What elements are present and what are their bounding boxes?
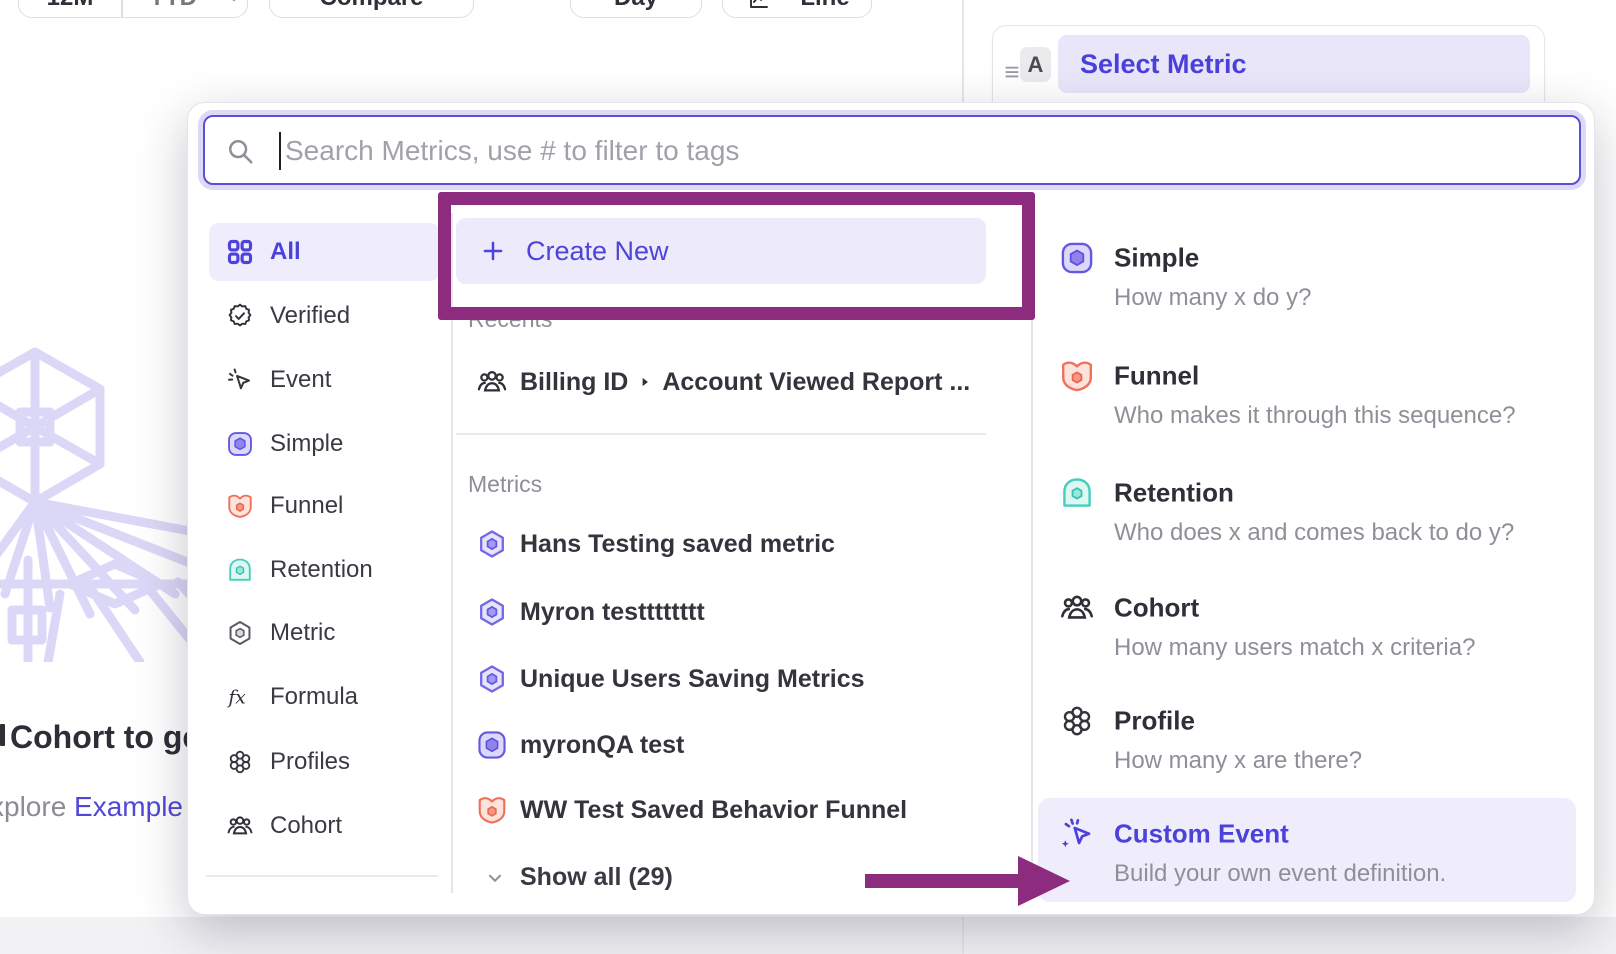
- metric-list-item[interactable]: Myron testttttttt: [476, 596, 705, 628]
- chevron-down-icon: [225, 0, 243, 7]
- sidebar-item-formula[interactable]: fx Formula: [209, 668, 440, 726]
- select-metric-button[interactable]: Select Metric: [1058, 35, 1530, 93]
- formula-fx-icon: fx: [226, 683, 254, 711]
- funnel-icon: [1059, 358, 1095, 394]
- search-icon: [225, 136, 255, 166]
- metric-list-item[interactable]: myronQA test: [476, 729, 684, 761]
- simple-metric-icon: [1059, 240, 1095, 276]
- grid-icon: [226, 238, 254, 266]
- recents-divider: [456, 433, 986, 435]
- sidebar-item-tags[interactable]: Tags: [209, 901, 440, 915]
- cohort-people-icon: [476, 366, 508, 398]
- sidebar-item-funnel[interactable]: Funnel: [209, 477, 440, 535]
- drag-handle-icon[interactable]: [1002, 62, 1022, 82]
- funnel-icon: [476, 794, 508, 826]
- annotation-arrow: [860, 848, 1075, 914]
- explore-text-fragment: xplore: [0, 791, 66, 822]
- metric-list-item[interactable]: Unique Users Saving Metrics: [476, 663, 865, 695]
- recent-item-source: Billing ID: [520, 368, 628, 397]
- empty-state-explore-line: xplore Example: [0, 791, 194, 823]
- sidebar-item-cohort[interactable]: Cohort: [209, 797, 440, 855]
- series-a-badge: A: [1020, 47, 1051, 82]
- chart-type-line-button[interactable]: Line: [722, 0, 872, 18]
- svg-text:fx: fx: [226, 687, 246, 708]
- saved-metric-hexagon-icon: [476, 596, 508, 628]
- saved-metric-hexagon-icon: [476, 663, 508, 695]
- recent-item-billing[interactable]: Billing ID Account Viewed Report ...: [476, 366, 970, 398]
- metric-search-box[interactable]: [203, 115, 1581, 185]
- custom-event-icon: [1059, 816, 1095, 852]
- chevron-down-icon: [484, 867, 506, 889]
- metric-hexagon-icon: [226, 619, 254, 647]
- saved-metric-hexagon-icon: [476, 528, 508, 560]
- recent-item-target: Account Viewed Report ...: [662, 368, 970, 397]
- range-ytd-button[interactable]: YTD: [121, 0, 225, 11]
- event-cursor-icon: [226, 366, 254, 394]
- empty-state-illustration: [0, 332, 200, 662]
- annotation-highlight-box: [438, 192, 1035, 320]
- show-all-toggle[interactable]: Show all (29): [484, 863, 673, 892]
- profiles-flower-icon: [1059, 703, 1095, 739]
- metric-search-input[interactable]: [283, 117, 1567, 185]
- breadcrumb-arrow-icon: [638, 375, 652, 389]
- simple-metric-icon: [226, 430, 254, 458]
- retention-icon: [1059, 475, 1095, 511]
- sidebar-item-profiles[interactable]: Profiles: [209, 733, 440, 791]
- clipped-letter: [0, 724, 5, 746]
- retention-icon: [226, 556, 254, 584]
- page-divider-bottom: [962, 917, 964, 954]
- cohort-people-icon: [1059, 590, 1095, 626]
- metrics-heading: Metrics: [468, 471, 542, 498]
- page-divider-top: [962, 0, 964, 102]
- funnel-icon: [226, 492, 254, 520]
- sidebar-divider: [206, 875, 438, 877]
- range-12m-button[interactable]: 12M: [19, 0, 121, 11]
- text-caret: [279, 132, 281, 170]
- cohort-people-icon: [226, 812, 254, 840]
- screenshot-root: { "toolbar": { "range_12m": "12M", "rang…: [0, 0, 1616, 954]
- metric-list-item[interactable]: Hans Testing saved metric: [476, 528, 835, 560]
- example-link[interactable]: Example: [74, 791, 183, 822]
- sidebar-item-verified[interactable]: Verified: [209, 287, 440, 345]
- time-range-segmented-control[interactable]: 12M YTD: [18, 0, 248, 18]
- sidebar-item-metric[interactable]: Metric: [209, 604, 440, 662]
- compare-button[interactable]: Compare: [269, 0, 474, 18]
- simple-metric-icon: [476, 729, 508, 761]
- metric-list-item[interactable]: WW Test Saved Behavior Funnel: [476, 794, 907, 826]
- sidebar-item-simple[interactable]: Simple: [209, 415, 440, 473]
- verified-icon: [226, 302, 254, 330]
- empty-state-headline-fragment: Cohort to ge: [10, 719, 200, 756]
- profiles-flower-icon: [226, 748, 254, 776]
- footer-band: [0, 917, 1616, 954]
- sidebar-item-event[interactable]: Event: [209, 351, 440, 409]
- granularity-day-button[interactable]: Day: [570, 0, 702, 18]
- sidebar-item-all[interactable]: All: [209, 223, 440, 281]
- sidebar-item-retention[interactable]: Retention: [209, 541, 440, 599]
